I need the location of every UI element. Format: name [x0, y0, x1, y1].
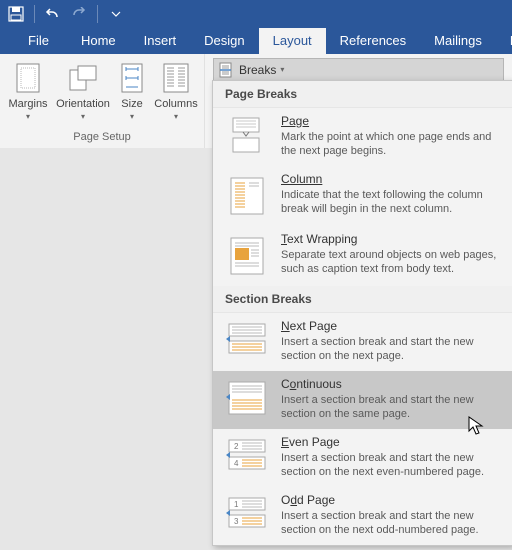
- menu-item-desc: Mark the point at which one page ends an…: [281, 130, 502, 158]
- menu-item-continuous[interactable]: Continuous Insert a section break and sta…: [213, 371, 512, 429]
- menu-item-title: Continuous: [281, 377, 502, 391]
- columns-icon: [160, 62, 192, 94]
- menu-item-page[interactable]: Page Mark the point at which one page end…: [213, 108, 512, 166]
- margins-button[interactable]: Margins▾: [4, 58, 52, 129]
- menu-item-title: Even Page: [281, 435, 502, 449]
- menu-item-title: Page: [281, 114, 502, 128]
- menu-item-desc: Separate text around objects on web page…: [281, 248, 502, 276]
- odd-page-icon: 13: [225, 493, 269, 537]
- save-button[interactable]: [4, 2, 28, 26]
- menu-item-column[interactable]: Column Indicate that the text following t…: [213, 166, 512, 226]
- tab-insert[interactable]: Insert: [130, 28, 191, 54]
- menu-item-desc: Insert a section break and start the new…: [281, 451, 502, 479]
- menu-item-desc: Insert a section break and start the new…: [281, 393, 502, 421]
- group-label-page-setup: Page Setup: [73, 129, 131, 146]
- menu-item-next-page[interactable]: Next Page Insert a section break and star…: [213, 313, 512, 371]
- menu-item-desc: Insert a section break and start the new…: [281, 335, 502, 363]
- menu-item-title: Column: [281, 172, 502, 186]
- svg-text:3: 3: [234, 517, 239, 526]
- menu-item-desc: Insert a section break and start the new…: [281, 509, 502, 537]
- orientation-icon: [67, 62, 99, 94]
- menu-item-title: Text Wrapping: [281, 232, 502, 246]
- menu-item-desc: Indicate that the text following the col…: [281, 188, 502, 216]
- breaks-dropdown: Page Breaks Page Mark the point at which …: [212, 80, 512, 546]
- margins-icon: [12, 62, 44, 94]
- breaks-icon: [219, 62, 235, 78]
- size-icon: [116, 62, 148, 94]
- tab-layout[interactable]: Layout: [259, 28, 326, 54]
- qat-customize[interactable]: [104, 2, 128, 26]
- titlebar: [0, 0, 512, 28]
- tab-mailings[interactable]: Mailings: [420, 28, 496, 54]
- menu-item-title: Next Page: [281, 319, 502, 333]
- redo-button[interactable]: [67, 2, 91, 26]
- group-page-setup: Margins▾ Orientation▾ Size▾ Columns▾ Pag…: [0, 54, 205, 148]
- text-wrapping-icon: [225, 232, 269, 278]
- continuous-icon: [225, 377, 269, 421]
- menu-item-title: Odd Page: [281, 493, 502, 507]
- tab-references[interactable]: References: [326, 28, 420, 54]
- menu-item-text-wrapping[interactable]: Text Wrapping Separate text around object…: [213, 226, 512, 286]
- menu-item-even-page[interactable]: 24 Even PageInsert a section break and s…: [213, 429, 512, 487]
- even-page-icon: 24: [225, 435, 269, 479]
- svg-text:1: 1: [234, 500, 239, 509]
- column-break-icon: [225, 172, 269, 218]
- tab-home[interactable]: Home: [67, 28, 130, 54]
- undo-button[interactable]: [41, 2, 65, 26]
- ribbon-tabs: File Home Insert Design Layout Reference…: [0, 28, 512, 54]
- svg-text:2: 2: [234, 442, 239, 451]
- columns-button[interactable]: Columns▾: [152, 58, 200, 129]
- tab-file[interactable]: File: [10, 28, 67, 54]
- section-header-page-breaks: Page Breaks: [213, 81, 512, 108]
- orientation-button[interactable]: Orientation▾: [54, 58, 112, 129]
- chevron-down-icon: ▾: [280, 65, 284, 74]
- tab-design[interactable]: Design: [190, 28, 258, 54]
- breaks-button[interactable]: Breaks ▾: [213, 58, 504, 82]
- next-page-icon: [225, 319, 269, 363]
- size-button[interactable]: Size▾: [114, 58, 150, 129]
- section-header-section-breaks: Section Breaks: [213, 286, 512, 313]
- tab-review[interactable]: Revie: [496, 28, 512, 54]
- menu-item-odd-page[interactable]: 13 Odd PageInsert a section break and st…: [213, 487, 512, 545]
- breaks-label: Breaks: [239, 63, 276, 77]
- page-break-icon: [225, 114, 269, 158]
- svg-text:4: 4: [234, 459, 239, 468]
